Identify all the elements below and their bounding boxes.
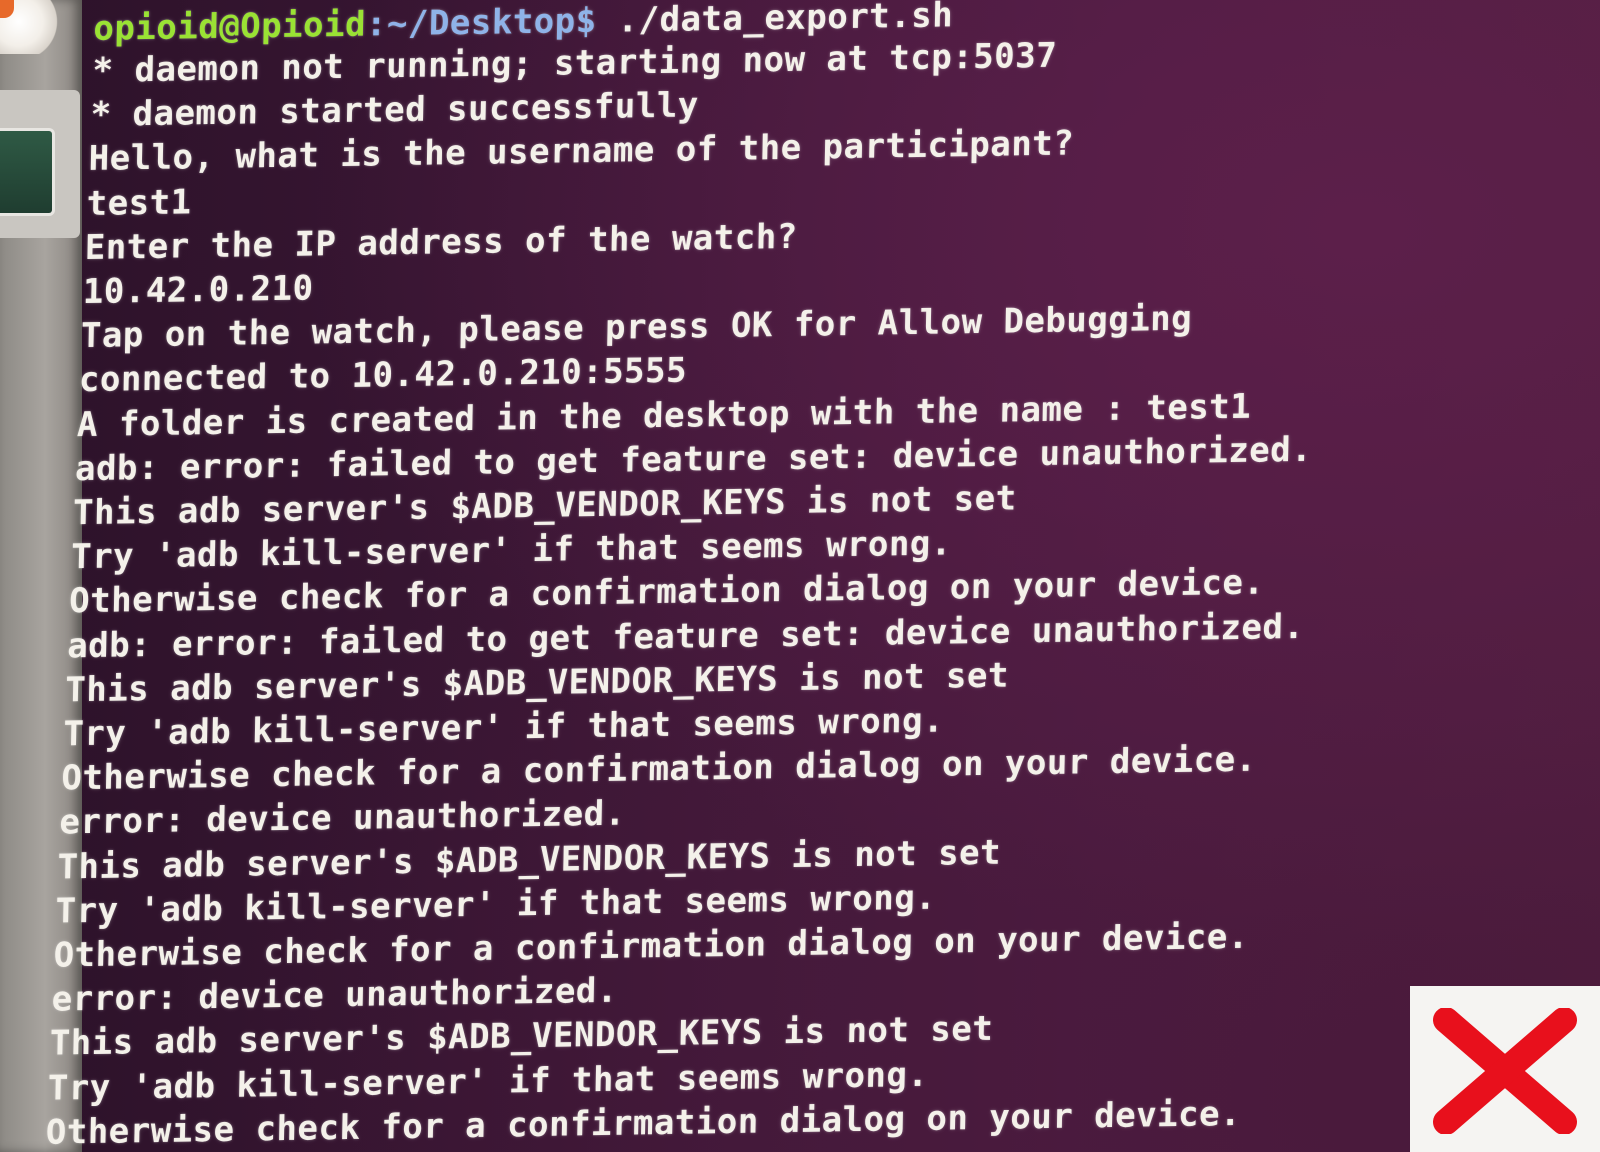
close-icon [1433, 1008, 1577, 1134]
output-line: Hello, what is the username of the parti… [88, 123, 1075, 180]
output-line: Try 'adb kill-server' if that seems wron… [55, 877, 937, 932]
output-line: 10.42.0.210 [82, 268, 314, 313]
output-line: Try 'adb kill-server' if that seems wron… [47, 1054, 929, 1109]
prompt-symbol: $ [575, 0, 598, 42]
app-icon[interactable] [0, 0, 62, 54]
prompt-command: ./data_export.sh [596, 0, 954, 41]
terminal-output: opioid@Opioid:~/Desktop$ ./data_export.s… [45, 0, 1542, 1152]
prompt-path: :~/Desktop [365, 1, 577, 45]
output-line: error: device unauthorized. [51, 970, 619, 1020]
reject-badge [1410, 986, 1600, 1152]
terminal-icon [0, 128, 55, 216]
output-line: * daemon started successfully [90, 85, 700, 136]
output-line: error: device unauthorized. [59, 793, 627, 843]
app-icon-accent [0, 0, 14, 18]
output-line: test1 [86, 181, 193, 224]
prompt-user-host: opioid@Opioid [93, 4, 367, 49]
screen: opioid@Opioid:~/Desktop$ ./data_export.s… [0, 0, 1600, 1152]
output-line: connected to 10.42.0.210:5555 [78, 350, 688, 401]
output-line: Enter the IP address of the watch? [84, 216, 799, 268]
terminal-window[interactable]: opioid@Opioid:~/Desktop$ ./data_export.s… [45, 0, 1600, 1152]
